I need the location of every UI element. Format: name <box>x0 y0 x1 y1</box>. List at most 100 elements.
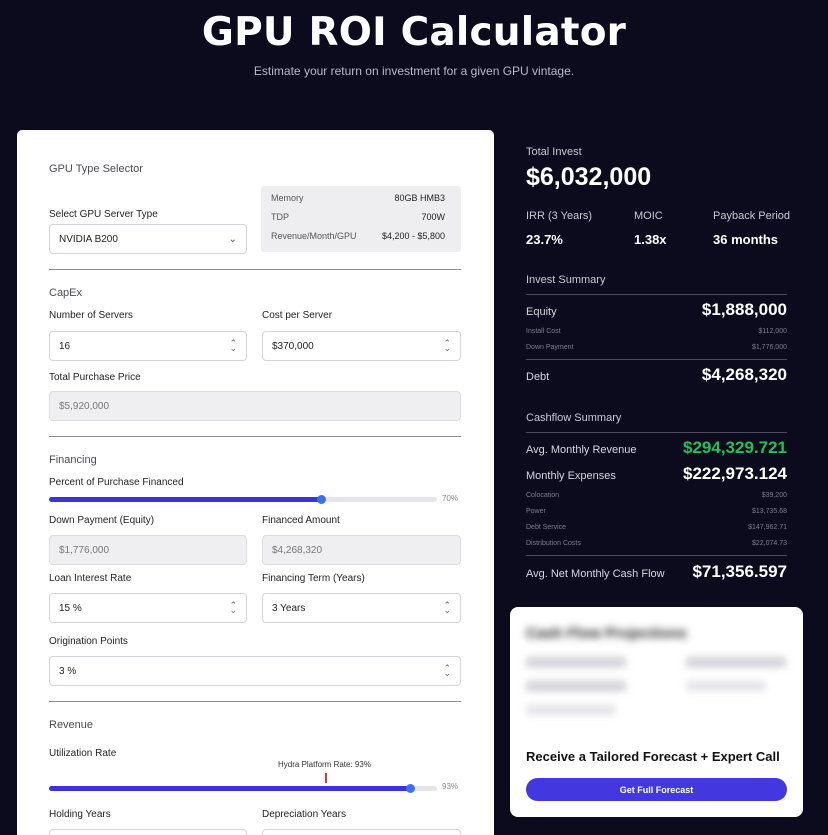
divider <box>49 436 461 437</box>
monthly-revenue-value: $294,329.721 <box>683 438 787 457</box>
spec-value: 700W <box>421 212 445 222</box>
gpu-server-type-label: Select GPU Server Type <box>49 209 158 220</box>
down-payment-value: $1,776,000 <box>59 544 110 556</box>
total-invest-value: $6,032,000 <box>526 163 652 191</box>
moic-value: 1.38x <box>634 232 667 247</box>
utilization-slider[interactable] <box>49 784 437 793</box>
spec-label: Memory <box>271 193 304 203</box>
net-cash-flow-label: Avg. Net Monthly Cash Flow <box>526 568 665 580</box>
interest-rate-label: Loan Interest Rate <box>49 573 132 584</box>
interest-rate-value: 15 % <box>59 602 82 614</box>
down-payment-field: $1,776,000 <box>49 535 247 565</box>
expense-item-row: Colocation $39,200 <box>526 492 787 499</box>
origination-points-value: 3 % <box>59 665 77 677</box>
depreciation-years-input[interactable] <box>262 829 461 835</box>
install-cost-value: $112,000 <box>758 328 787 335</box>
financing-term-input[interactable]: 3 Years ⌃ ⌄ <box>262 593 461 623</box>
expense-item-row: Debt Service $147,962.71 <box>526 524 787 531</box>
financed-amount-field: $4,268,320 <box>262 535 461 565</box>
net-cash-flow-row: Avg. Net Monthly Cash Flow $71,356.597 <box>526 562 787 582</box>
expense-item-label: Colocation <box>526 492 560 499</box>
stepper-icon[interactable]: ⌃ ⌄ <box>229 600 237 615</box>
down-payment-summary-value: $1,776,000 <box>751 344 787 351</box>
percent-financed-label: Percent of Purchase Financed <box>49 477 184 488</box>
debt-row: Debt $4,268,320 <box>526 365 787 385</box>
blurred-projections-title: Cash Flow Projections <box>526 625 687 642</box>
servers-input[interactable]: 16 ⌃ ⌄ <box>49 331 247 361</box>
down-payment-row: Down Payment $1,776,000 <box>526 344 787 351</box>
install-cost-label: Install Cost <box>526 328 561 335</box>
cost-per-server-input[interactable]: $370,000 ⌃ ⌄ <box>262 331 461 361</box>
payback-label: Payback Period <box>713 210 791 222</box>
blurred-preview <box>526 705 616 715</box>
total-purchase-value: $5,920,000 <box>59 400 110 412</box>
expense-item-label: Power <box>526 508 546 515</box>
divider <box>526 359 787 360</box>
servers-value: 16 <box>59 340 71 352</box>
platform-rate-label: Hydra Platform Rate: 93% <box>278 760 371 769</box>
utilization-text: 93% <box>442 782 459 791</box>
spec-label: TDP <box>271 212 289 222</box>
spec-label: Revenue/Month/GPU <box>271 231 357 241</box>
utilization-label: Utilization Rate <box>49 748 117 759</box>
gpu-type-section-title: GPU Type Selector <box>49 163 143 175</box>
divider <box>49 269 461 270</box>
slider-fill <box>49 497 321 502</box>
expense-item-row: Distribution Costs $22,074.73 <box>526 540 787 547</box>
platform-rate-marker <box>325 773 327 783</box>
spec-value: 80GB HMB3 <box>394 193 445 203</box>
gpu-spec-box: Memory 80GB HMB3 TDP 700W Revenue/Month/… <box>261 186 461 252</box>
interest-rate-input[interactable]: 15 % ⌃ ⌄ <box>49 593 247 623</box>
blurred-preview <box>526 681 626 691</box>
slider-thumb[interactable] <box>316 495 326 504</box>
stepper-icon[interactable]: ⌃ ⌄ <box>443 663 451 678</box>
moic-label: MOIC <box>634 210 663 222</box>
revenue-section-title: Revenue <box>49 719 94 731</box>
origination-points-input[interactable]: 3 % ⌃ ⌄ <box>49 656 461 686</box>
spec-row-memory: Memory 80GB HMB3 <box>271 193 445 203</box>
down-payment-label: Down Payment (Equity) <box>49 515 155 526</box>
blurred-preview <box>686 657 786 667</box>
divider <box>526 432 787 433</box>
expense-item-value: $22,074.73 <box>751 540 787 547</box>
depreciation-years-label: Depreciation Years <box>262 809 346 820</box>
expense-item-label: Debt Service <box>526 524 567 531</box>
blurred-preview <box>686 681 766 691</box>
equity-value: $1,888,000 <box>701 300 787 319</box>
total-purchase-label: Total Purchase Price <box>49 372 141 383</box>
monthly-revenue-label: Avg. Monthly Revenue <box>526 444 637 456</box>
stepper-icon[interactable]: ⌃ ⌄ <box>443 600 451 615</box>
percent-financed-text: 70% <box>442 494 459 503</box>
expense-item-row: Power $13,735.68 <box>526 508 787 515</box>
financing-term-value: 3 Years <box>272 602 306 614</box>
spec-row-revenue: Revenue/Month/GPU $4,200 - $5,800 <box>271 231 445 241</box>
spec-value: $4,200 - $5,800 <box>381 231 445 241</box>
cashflow-summary-title: Cashflow Summary <box>526 412 622 424</box>
debt-value: $4,268,320 <box>701 365 787 384</box>
slider-thumb[interactable] <box>405 784 415 793</box>
get-full-forecast-button[interactable]: Get Full Forecast <box>526 778 787 801</box>
percent-financed-slider[interactable] <box>49 495 437 504</box>
financing-section-title: Financing <box>49 454 97 466</box>
down-payment-summary-label: Down Payment <box>526 344 574 351</box>
monthly-expenses-row: Monthly Expenses $222,973.124 <box>526 464 787 484</box>
page-subtitle: Estimate your return on investment for a… <box>253 64 575 78</box>
origination-points-label: Origination Points <box>49 636 128 647</box>
holding-years-input[interactable] <box>49 829 247 835</box>
forecast-cta-text: Receive a Tailored Forecast + Expert Cal… <box>526 749 780 764</box>
financing-term-label: Financing Term (Years) <box>262 573 365 584</box>
invest-summary-title: Invest Summary <box>526 274 606 286</box>
gpu-server-type-select[interactable]: NVIDIA B200 ⌄ <box>49 224 247 254</box>
debt-label: Debt <box>526 371 550 383</box>
financed-amount-value: $4,268,320 <box>272 544 323 556</box>
divider <box>526 294 787 295</box>
stepper-icon[interactable]: ⌃ ⌄ <box>229 338 237 353</box>
monthly-expenses-value: $222,973.124 <box>683 464 787 483</box>
capex-section-title: CapEx <box>49 287 83 299</box>
monthly-expenses-label: Monthly Expenses <box>526 470 616 482</box>
irr-value: 23.7% <box>526 232 563 247</box>
stepper-icon[interactable]: ⌃ ⌄ <box>443 338 451 353</box>
total-invest-label: Total Invest <box>526 146 582 158</box>
irr-label: IRR (3 Years) <box>526 210 593 222</box>
gpu-server-type-value: NVIDIA B200 <box>59 233 118 245</box>
